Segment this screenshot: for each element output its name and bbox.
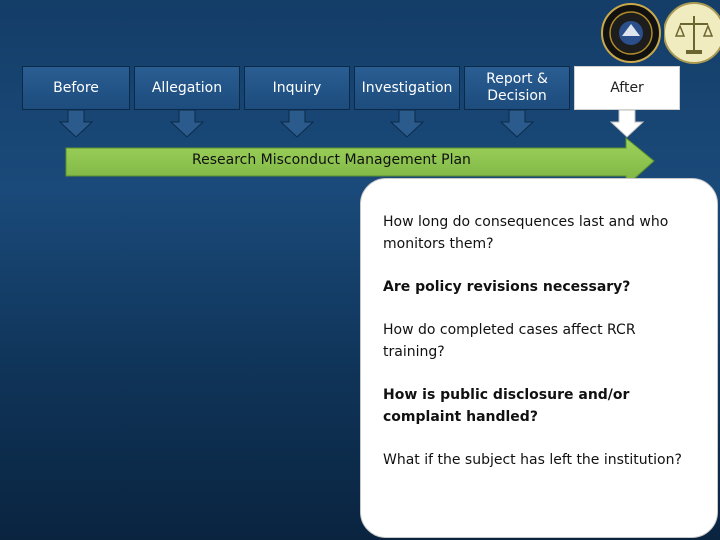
question-consequences: How long do consequences last and who mo…	[383, 214, 669, 252]
stage-inquiry: Inquiry	[244, 66, 350, 110]
question-rcr-training: How do completed cases affect RCR traini…	[383, 322, 636, 360]
stage-report-decision: Report & Decision	[464, 66, 570, 110]
down-arrow-icon	[170, 110, 204, 138]
question-subject-left: What if the subject has left the institu…	[383, 452, 682, 468]
stage-before: Before	[22, 66, 130, 110]
question-policy-revisions: Are policy revisions necessary?	[383, 279, 631, 295]
stage-investigation: Investigation	[354, 66, 460, 110]
down-arrow-icon	[59, 110, 93, 138]
question-public-disclosure: How is public disclosure and/or complain…	[383, 387, 630, 425]
band-label: Research Misconduct Management Plan	[192, 152, 471, 168]
questions-callout: How long do consequences last and who mo…	[360, 178, 718, 538]
stage-allegation: Allegation	[134, 66, 240, 110]
stage-after: After	[574, 66, 680, 110]
down-arrow-icon	[500, 110, 534, 138]
down-arrow-icon-active	[610, 110, 644, 138]
down-arrow-icon	[390, 110, 424, 138]
down-arrow-icon	[280, 110, 314, 138]
